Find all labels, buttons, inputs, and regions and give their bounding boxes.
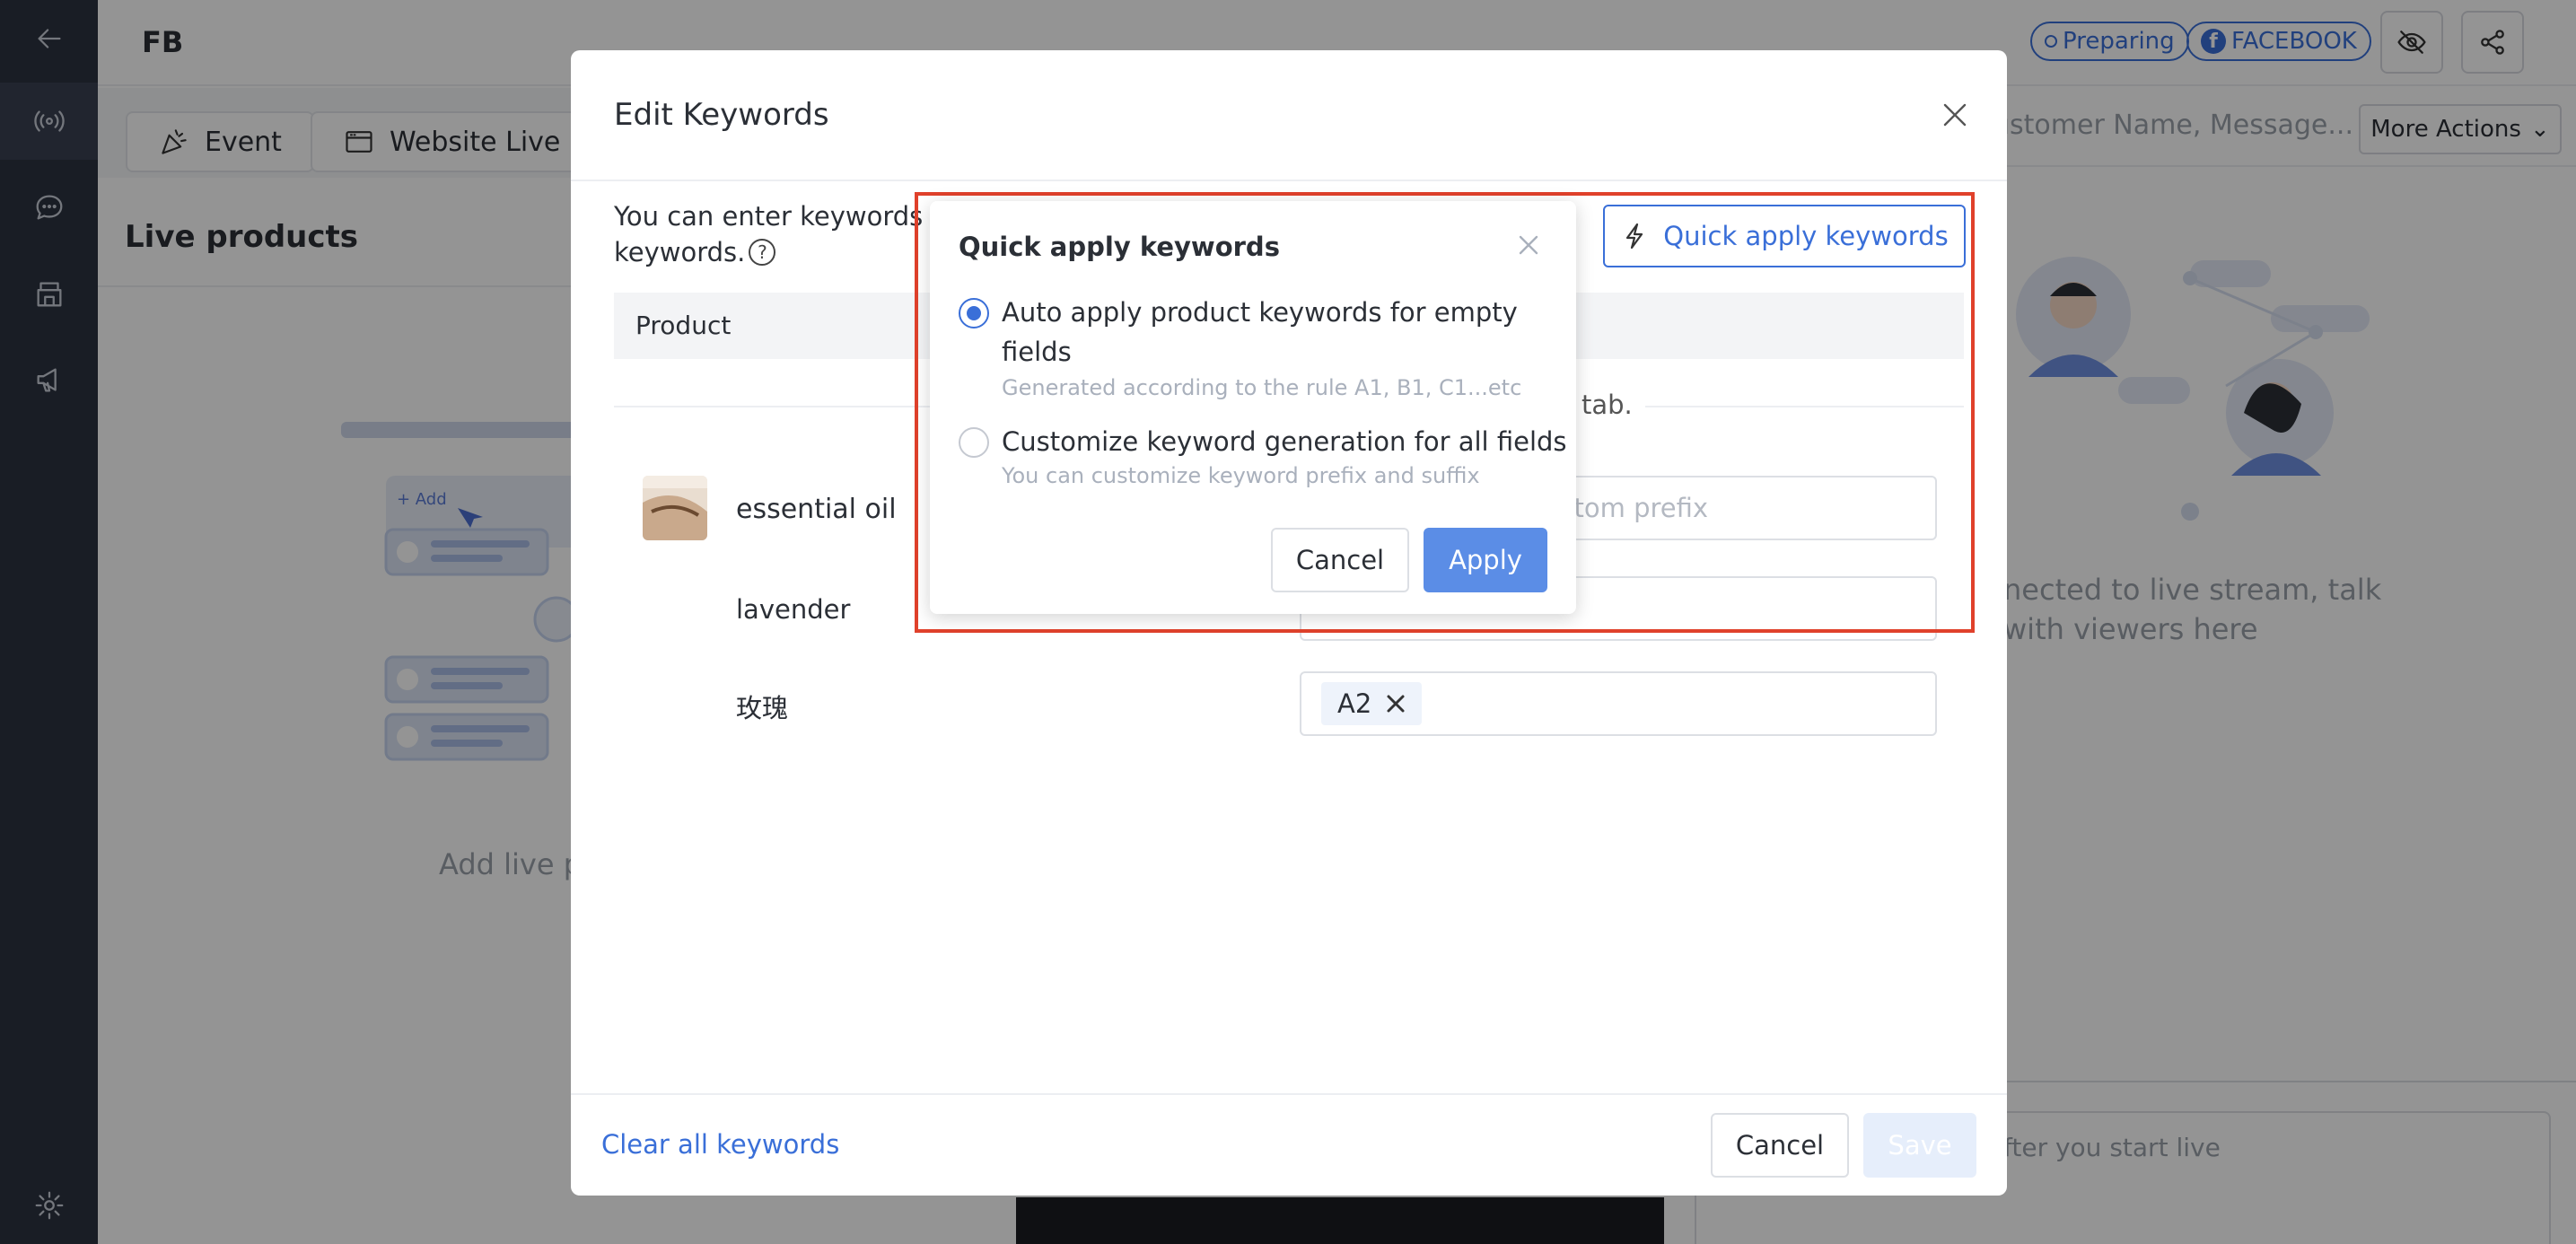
modal-description-line2: keywords. ? bbox=[614, 237, 776, 267]
cancel-button[interactable]: Cancel bbox=[1711, 1113, 1849, 1178]
variant-name: 玫瑰 bbox=[736, 693, 789, 723]
modal-header: Edit Keywords bbox=[571, 50, 2007, 181]
modal-footer: Clear all keywords Cancel Save bbox=[571, 1093, 2007, 1196]
keyword-tag-label: A2 bbox=[1337, 688, 1372, 719]
clear-all-keywords-link[interactable]: Clear all keywords bbox=[601, 1129, 839, 1160]
popover-apply-button[interactable]: Apply bbox=[1424, 528, 1547, 592]
help-icon[interactable]: ? bbox=[749, 239, 776, 266]
modal-description-text: keywords. bbox=[614, 237, 746, 267]
popover-title: Quick apply keywords bbox=[959, 232, 1280, 262]
option-auto-apply-label-line1: Auto apply product keywords for empty bbox=[1002, 297, 1518, 328]
keyword-tag: A2 bbox=[1321, 682, 1423, 725]
radio-customize[interactable] bbox=[959, 427, 989, 458]
popover-close-button[interactable] bbox=[1513, 230, 1544, 260]
option-auto-apply-label-line2: fields bbox=[1002, 337, 1072, 367]
option-customize-sub: You can customize keyword prefix and suf… bbox=[1002, 463, 1480, 488]
column-header-product: Product bbox=[635, 311, 732, 340]
popover-cancel-button[interactable]: Cancel bbox=[1271, 528, 1409, 592]
product-name: essential oil bbox=[736, 494, 897, 525]
variant-name: lavender bbox=[736, 594, 851, 625]
product-thumbnail bbox=[643, 476, 707, 540]
option-auto-apply-sub: Generated according to the rule A1, B1, … bbox=[1002, 375, 1522, 400]
quick-apply-popover: Quick apply keywords Auto apply product … bbox=[930, 201, 1576, 614]
option-customize-label: Customize keyword generation for all fie… bbox=[1002, 426, 1567, 457]
modal-description: You can enter keywords m bbox=[614, 201, 957, 232]
close-icon bbox=[1519, 235, 1538, 255]
modal-close-button[interactable] bbox=[1937, 97, 1973, 133]
radio-auto-apply[interactable] bbox=[959, 298, 989, 329]
option-auto-apply-label: Auto apply product keywords for empty fi… bbox=[1002, 293, 1518, 372]
remove-tag-icon[interactable] bbox=[1384, 692, 1407, 715]
close-icon bbox=[1943, 103, 1967, 127]
modal-title: Edit Keywords bbox=[614, 97, 829, 133]
save-button[interactable]: Save bbox=[1863, 1113, 1976, 1178]
